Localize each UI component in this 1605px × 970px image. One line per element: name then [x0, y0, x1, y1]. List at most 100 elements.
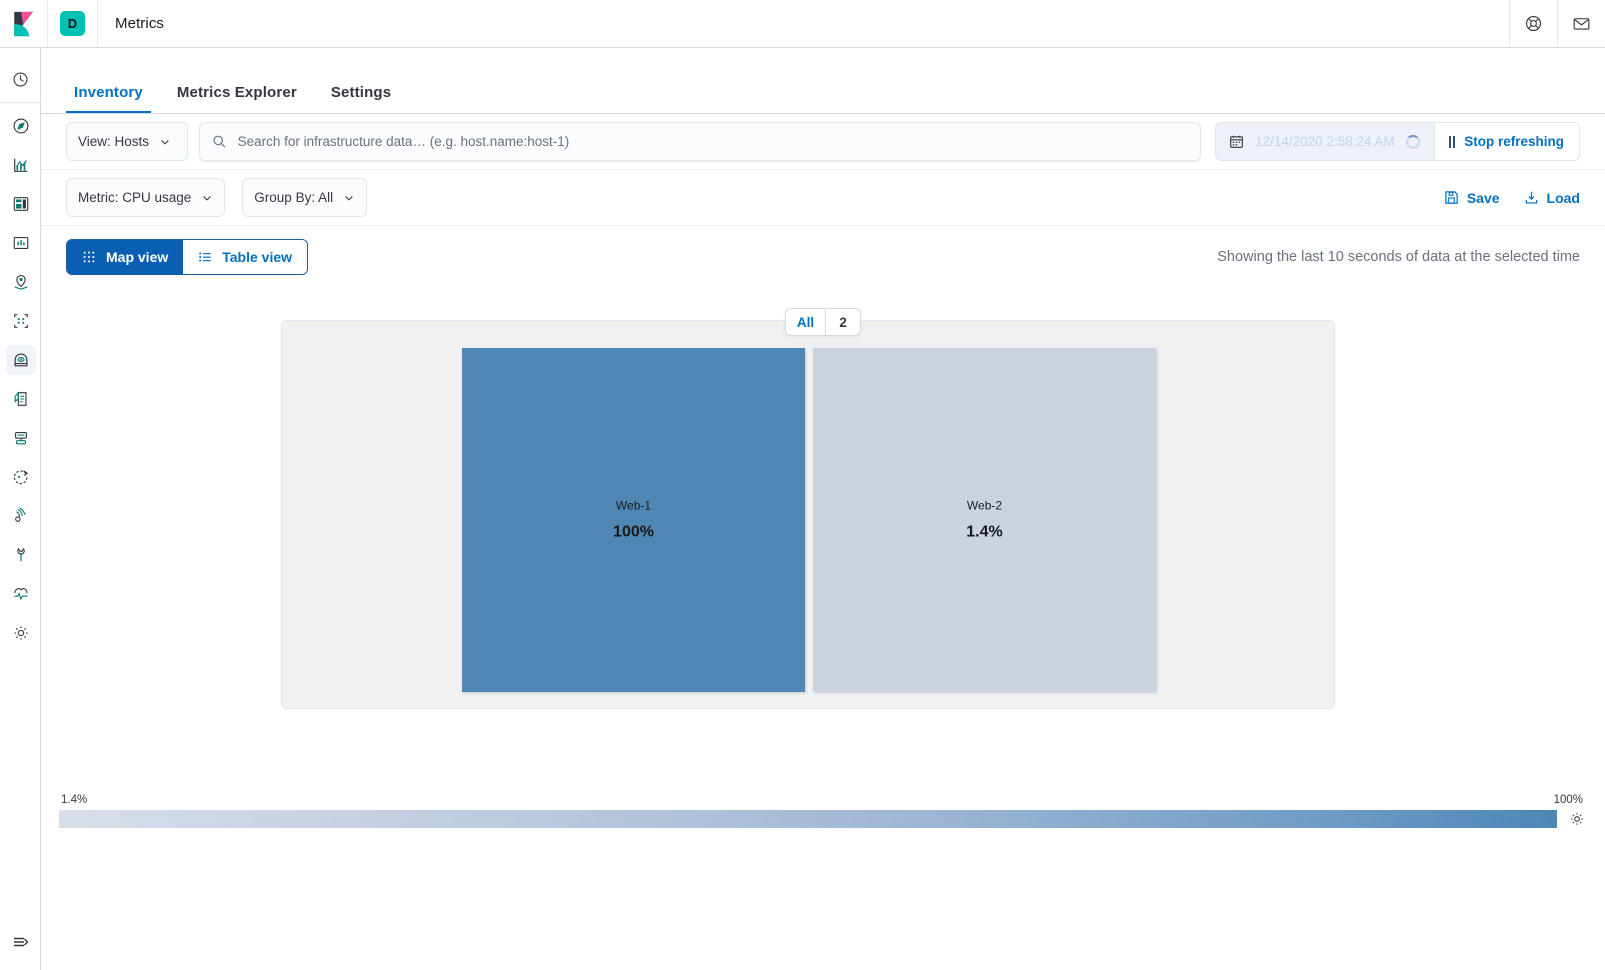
- metric-select-label: Metric: CPU usage: [78, 190, 192, 205]
- header-actions: [1509, 0, 1605, 47]
- sidebar-item-logs[interactable]: [0, 379, 41, 418]
- search-box[interactable]: [199, 122, 1202, 161]
- search-input[interactable]: [237, 134, 1189, 149]
- map-pin-icon: [14, 274, 27, 290]
- sidebar-item-discover[interactable]: [0, 106, 41, 145]
- pause-icon: [1448, 135, 1456, 148]
- chevron-down-icon: [345, 195, 353, 201]
- legend-min-label: 1.4%: [61, 794, 88, 806]
- tab-inventory[interactable]: Inventory: [66, 84, 151, 113]
- chevron-down-icon: [203, 195, 212, 201]
- apm-icon: [14, 431, 27, 444]
- group-by-select[interactable]: Group By: All: [242, 178, 368, 217]
- sidebar-item-infrastructure[interactable]: [0, 340, 41, 379]
- sidebar-item-maps[interactable]: [0, 262, 41, 301]
- treemap-tiles: Web-1 100% Web-2 1.4%: [462, 348, 1156, 692]
- color-legend: 1.4% 100%: [41, 794, 1605, 848]
- legend-bar-row: [59, 810, 1585, 828]
- legend-max-label: 100%: [1553, 794, 1583, 806]
- canvas-icon: [13, 236, 28, 249]
- view-actions: Save Load: [1444, 190, 1580, 206]
- table-view-button[interactable]: Table view: [183, 240, 308, 274]
- help-button[interactable]: [1509, 0, 1557, 47]
- ml-nodes-icon: [13, 313, 28, 328]
- help-lifebuoy-icon: [1525, 15, 1542, 32]
- sidebar-item-apm[interactable]: [0, 418, 41, 457]
- load-label: Load: [1546, 189, 1580, 206]
- save-button[interactable]: Save: [1444, 190, 1500, 206]
- legend-settings-gear-icon: [1571, 813, 1583, 825]
- top-header: D Metrics: [0, 0, 1605, 48]
- kibana-home-link[interactable]: [0, 0, 48, 47]
- main-content: Inventory Metrics Explorer Settings View…: [41, 48, 1605, 970]
- view-select[interactable]: View: Hosts: [66, 122, 188, 161]
- dashboard-icon: [13, 196, 28, 211]
- group-by-select-label: Group By: All: [254, 190, 334, 205]
- sidebar-item-dev-tools[interactable]: [0, 535, 41, 574]
- date-field[interactable]: 12/14/2020 2:58:24 AM: [1215, 122, 1434, 161]
- legend-settings-button[interactable]: [1569, 811, 1585, 827]
- refresh-spinner-icon: [1405, 134, 1420, 149]
- treemap-panel: Web-1 100% Web-2 1.4%: [281, 320, 1335, 709]
- treemap-node-web-2[interactable]: Web-2 1.4%: [813, 348, 1156, 692]
- view-toolbar: Map view Table view Showing the last 10 …: [41, 226, 1605, 288]
- sidebar-item-uptime[interactable]: [0, 457, 41, 496]
- left-navigation: [0, 48, 41, 970]
- view-mode-toggle: Map view Table view: [66, 239, 309, 275]
- collapse-nav-button[interactable]: [0, 932, 41, 952]
- sidebar-item-machine-learning[interactable]: [0, 301, 41, 340]
- sidebar-item-visualize[interactable]: [0, 145, 41, 184]
- treemap-node-web-1[interactable]: Web-1 100%: [462, 348, 805, 692]
- map-view-label: Map view: [106, 249, 169, 265]
- load-button[interactable]: Load: [1524, 190, 1580, 206]
- grid-icon: [83, 251, 95, 263]
- view-select-label: View: Hosts: [78, 134, 150, 149]
- search-icon: [213, 135, 226, 148]
- date-value: 12/14/2020 2:58:24 AM: [1255, 134, 1395, 149]
- mail-button[interactable]: [1557, 0, 1605, 47]
- node-name: Web-1: [615, 498, 652, 513]
- node-value: 1.4%: [966, 523, 1003, 541]
- sidebar-item-dashboard[interactable]: [0, 184, 41, 223]
- collapse-nav-icon: [13, 937, 28, 947]
- sidebar-item-monitoring[interactable]: [0, 574, 41, 613]
- space-selector[interactable]: D: [48, 0, 98, 47]
- inventory-map-area: All 2 Web-1 100% Web-2 1.4% 1.4% 100%: [41, 288, 1605, 848]
- showing-data-text: Showing the last 10 seconds of data at t…: [1217, 249, 1580, 265]
- node-value: 100%: [613, 523, 654, 541]
- table-view-label: Table view: [222, 249, 293, 265]
- node-name: Web-2: [966, 498, 1003, 513]
- tab-metrics-explorer[interactable]: Metrics Explorer: [169, 84, 305, 113]
- mail-envelope-icon: [1573, 18, 1590, 30]
- legend-labels: 1.4% 100%: [59, 794, 1585, 810]
- app-tabs: Inventory Metrics Explorer Settings: [41, 48, 1605, 114]
- infrastructure-icon: [14, 352, 27, 366]
- group-pagination-tabs: All 2: [784, 308, 862, 336]
- stop-refreshing-button[interactable]: Stop refreshing: [1433, 122, 1580, 161]
- group-tab-2[interactable]: 2: [825, 309, 860, 335]
- group-tab-all[interactable]: All: [786, 309, 825, 335]
- logs-icon: [14, 390, 27, 406]
- sidebar-item-recently-viewed[interactable]: [0, 60, 41, 99]
- wrench-icon: [16, 547, 25, 561]
- save-disk-icon: [1445, 191, 1458, 204]
- sidebar-item-canvas[interactable]: [0, 223, 41, 262]
- load-import-icon: [1525, 191, 1537, 204]
- sidebar-item-management[interactable]: [0, 613, 41, 652]
- datepicker-group: 12/14/2020 2:58:24 AM Stop refreshing: [1215, 122, 1580, 161]
- metric-select[interactable]: Metric: CPU usage: [66, 178, 226, 217]
- heartbeat-icon: [13, 587, 28, 600]
- uptime-icon: [13, 469, 28, 484]
- gear-icon: [13, 625, 28, 640]
- siem-icon: [14, 506, 26, 522]
- chevron-down-icon: [161, 139, 169, 145]
- nav-divider: [0, 102, 41, 103]
- tab-settings[interactable]: Settings: [323, 84, 399, 113]
- clock-icon: [13, 72, 28, 87]
- legend-gradient-bar: [59, 810, 1557, 828]
- compass-icon: [13, 118, 28, 133]
- calendar-icon: [1230, 135, 1243, 148]
- sidebar-item-siem[interactable]: [0, 496, 41, 535]
- save-label: Save: [1466, 189, 1500, 206]
- map-view-button[interactable]: Map view: [67, 240, 184, 274]
